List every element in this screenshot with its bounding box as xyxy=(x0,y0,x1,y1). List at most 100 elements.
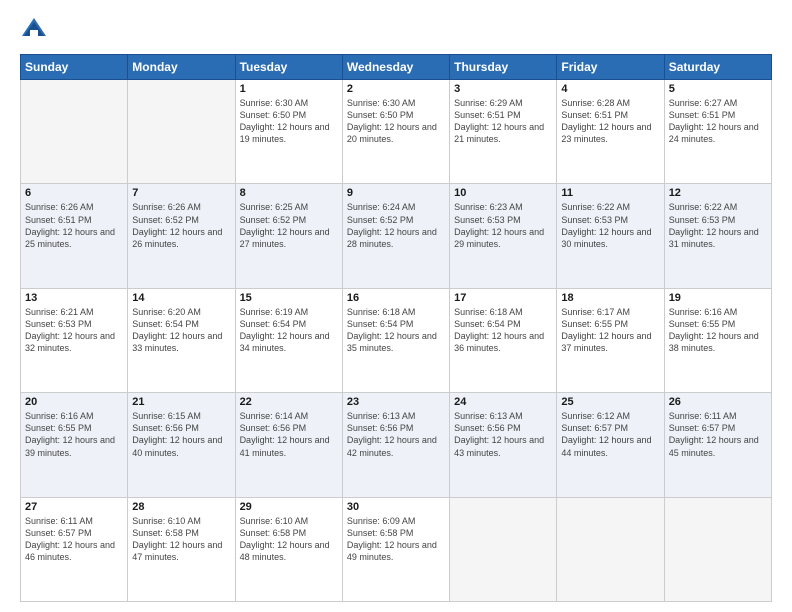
day-number: 30 xyxy=(347,501,445,513)
day-number: 22 xyxy=(240,396,338,408)
calendar-cell: 21 Sunrise: 6:15 AM Sunset: 6:56 PM Dayli… xyxy=(128,393,235,497)
day-info: Sunrise: 6:10 AM Sunset: 6:58 PM Dayligh… xyxy=(132,515,230,564)
day-number: 17 xyxy=(454,292,552,304)
calendar-cell: 23 Sunrise: 6:13 AM Sunset: 6:56 PM Dayli… xyxy=(342,393,449,497)
day-number: 6 xyxy=(25,187,123,199)
day-info: Sunrise: 6:17 AM Sunset: 6:55 PM Dayligh… xyxy=(561,306,659,355)
calendar-cell: 20 Sunrise: 6:16 AM Sunset: 6:55 PM Dayli… xyxy=(21,393,128,497)
calendar-cell xyxy=(128,80,235,184)
week-row-4: 20 Sunrise: 6:16 AM Sunset: 6:55 PM Dayli… xyxy=(21,393,772,497)
calendar-cell: 25 Sunrise: 6:12 AM Sunset: 6:57 PM Dayli… xyxy=(557,393,664,497)
logo-icon xyxy=(20,16,48,44)
day-header-sunday: Sunday xyxy=(21,55,128,80)
day-number: 9 xyxy=(347,187,445,199)
day-info: Sunrise: 6:19 AM Sunset: 6:54 PM Dayligh… xyxy=(240,306,338,355)
day-number: 28 xyxy=(132,501,230,513)
day-header-wednesday: Wednesday xyxy=(342,55,449,80)
day-info: Sunrise: 6:26 AM Sunset: 6:51 PM Dayligh… xyxy=(25,201,123,250)
calendar-cell: 19Sunrise: 6:16 AM Sunset: 6:55 PM Dayli… xyxy=(664,288,771,392)
day-number: 24 xyxy=(454,396,552,408)
day-number: 18 xyxy=(561,292,659,304)
day-number: 26 xyxy=(669,396,767,408)
page: SundayMondayTuesdayWednesdayThursdayFrid… xyxy=(0,0,792,612)
calendar-cell: 4 Sunrise: 6:28 AM Sunset: 6:51 PM Daylig… xyxy=(557,80,664,184)
day-number: 19 xyxy=(669,292,767,304)
day-info: Sunrise: 6:30 AM Sunset: 6:50 PM Dayligh… xyxy=(347,97,445,146)
day-number: 29 xyxy=(240,501,338,513)
calendar-cell: 30 Sunrise: 6:09 AM Sunset: 6:58 PM Dayli… xyxy=(342,497,449,601)
day-number: 15 xyxy=(240,292,338,304)
calendar-cell xyxy=(21,80,128,184)
day-info: Sunrise: 6:13 AM Sunset: 6:56 PM Dayligh… xyxy=(347,410,445,459)
week-row-1: 1 Sunrise: 6:30 AM Sunset: 6:50 PM Daylig… xyxy=(21,80,772,184)
calendar-cell xyxy=(557,497,664,601)
day-info: Sunrise: 6:30 AM Sunset: 6:50 PM Dayligh… xyxy=(240,97,338,146)
day-info: Sunrise: 6:09 AM Sunset: 6:58 PM Dayligh… xyxy=(347,515,445,564)
calendar-cell: 6 Sunrise: 6:26 AM Sunset: 6:51 PM Daylig… xyxy=(21,184,128,288)
calendar-cell: 16 Sunrise: 6:18 AM Sunset: 6:54 PM Dayli… xyxy=(342,288,449,392)
day-info: Sunrise: 6:15 AM Sunset: 6:56 PM Dayligh… xyxy=(132,410,230,459)
calendar-cell: 22 Sunrise: 6:14 AM Sunset: 6:56 PM Dayli… xyxy=(235,393,342,497)
day-info: Sunrise: 6:13 AM Sunset: 6:56 PM Dayligh… xyxy=(454,410,552,459)
day-info: Sunrise: 6:22 AM Sunset: 6:53 PM Dayligh… xyxy=(669,201,767,250)
day-info: Sunrise: 6:27 AM Sunset: 6:51 PM Dayligh… xyxy=(669,97,767,146)
day-number: 23 xyxy=(347,396,445,408)
day-number: 3 xyxy=(454,83,552,95)
calendar-cell: 1 Sunrise: 6:30 AM Sunset: 6:50 PM Daylig… xyxy=(235,80,342,184)
calendar-cell: 17Sunrise: 6:18 AM Sunset: 6:54 PM Dayli… xyxy=(450,288,557,392)
day-number: 2 xyxy=(347,83,445,95)
calendar-cell: 12Sunrise: 6:22 AM Sunset: 6:53 PM Dayli… xyxy=(664,184,771,288)
day-number: 14 xyxy=(132,292,230,304)
calendar-cell: 13 Sunrise: 6:21 AM Sunset: 6:53 PM Dayli… xyxy=(21,288,128,392)
day-number: 21 xyxy=(132,396,230,408)
day-info: Sunrise: 6:14 AM Sunset: 6:56 PM Dayligh… xyxy=(240,410,338,459)
calendar-cell: 11Sunrise: 6:22 AM Sunset: 6:53 PM Dayli… xyxy=(557,184,664,288)
day-info: Sunrise: 6:29 AM Sunset: 6:51 PM Dayligh… xyxy=(454,97,552,146)
day-info: Sunrise: 6:18 AM Sunset: 6:54 PM Dayligh… xyxy=(347,306,445,355)
day-number: 1 xyxy=(240,83,338,95)
day-number: 13 xyxy=(25,292,123,304)
day-number: 25 xyxy=(561,396,659,408)
day-number: 27 xyxy=(25,501,123,513)
calendar-cell: 3 Sunrise: 6:29 AM Sunset: 6:51 PM Daylig… xyxy=(450,80,557,184)
calendar-cell: 29 Sunrise: 6:10 AM Sunset: 6:58 PM Dayli… xyxy=(235,497,342,601)
week-row-2: 6 Sunrise: 6:26 AM Sunset: 6:51 PM Daylig… xyxy=(21,184,772,288)
day-header-row: SundayMondayTuesdayWednesdayThursdayFrid… xyxy=(21,55,772,80)
calendar-cell xyxy=(450,497,557,601)
day-header-monday: Monday xyxy=(128,55,235,80)
day-number: 10 xyxy=(454,187,552,199)
day-info: Sunrise: 6:12 AM Sunset: 6:57 PM Dayligh… xyxy=(561,410,659,459)
calendar-cell: 15 Sunrise: 6:19 AM Sunset: 6:54 PM Dayli… xyxy=(235,288,342,392)
calendar-table: SundayMondayTuesdayWednesdayThursdayFrid… xyxy=(20,54,772,602)
day-info: Sunrise: 6:10 AM Sunset: 6:58 PM Dayligh… xyxy=(240,515,338,564)
day-info: Sunrise: 6:25 AM Sunset: 6:52 PM Dayligh… xyxy=(240,201,338,250)
calendar-cell xyxy=(664,497,771,601)
day-info: Sunrise: 6:23 AM Sunset: 6:53 PM Dayligh… xyxy=(454,201,552,250)
day-number: 4 xyxy=(561,83,659,95)
calendar-cell: 5 Sunrise: 6:27 AM Sunset: 6:51 PM Daylig… xyxy=(664,80,771,184)
day-info: Sunrise: 6:11 AM Sunset: 6:57 PM Dayligh… xyxy=(669,410,767,459)
day-header-thursday: Thursday xyxy=(450,55,557,80)
calendar-cell: 18 Sunrise: 6:17 AM Sunset: 6:55 PM Dayli… xyxy=(557,288,664,392)
day-header-tuesday: Tuesday xyxy=(235,55,342,80)
logo xyxy=(20,16,52,44)
day-info: Sunrise: 6:21 AM Sunset: 6:53 PM Dayligh… xyxy=(25,306,123,355)
calendar-cell: 27Sunrise: 6:11 AM Sunset: 6:57 PM Dayli… xyxy=(21,497,128,601)
calendar-cell: 2 Sunrise: 6:30 AM Sunset: 6:50 PM Daylig… xyxy=(342,80,449,184)
week-row-5: 27Sunrise: 6:11 AM Sunset: 6:57 PM Dayli… xyxy=(21,497,772,601)
day-info: Sunrise: 6:24 AM Sunset: 6:52 PM Dayligh… xyxy=(347,201,445,250)
calendar-cell: 28 Sunrise: 6:10 AM Sunset: 6:58 PM Dayli… xyxy=(128,497,235,601)
day-number: 11 xyxy=(561,187,659,199)
calendar-cell: 24 Sunrise: 6:13 AM Sunset: 6:56 PM Dayli… xyxy=(450,393,557,497)
day-info: Sunrise: 6:26 AM Sunset: 6:52 PM Dayligh… xyxy=(132,201,230,250)
week-row-3: 13 Sunrise: 6:21 AM Sunset: 6:53 PM Dayli… xyxy=(21,288,772,392)
day-info: Sunrise: 6:16 AM Sunset: 6:55 PM Dayligh… xyxy=(25,410,123,459)
calendar-cell: 8Sunrise: 6:25 AM Sunset: 6:52 PM Daylig… xyxy=(235,184,342,288)
day-number: 7 xyxy=(132,187,230,199)
day-number: 16 xyxy=(347,292,445,304)
day-number: 20 xyxy=(25,396,123,408)
day-header-saturday: Saturday xyxy=(664,55,771,80)
calendar-cell: 10 Sunrise: 6:23 AM Sunset: 6:53 PM Dayli… xyxy=(450,184,557,288)
day-info: Sunrise: 6:28 AM Sunset: 6:51 PM Dayligh… xyxy=(561,97,659,146)
day-number: 5 xyxy=(669,83,767,95)
